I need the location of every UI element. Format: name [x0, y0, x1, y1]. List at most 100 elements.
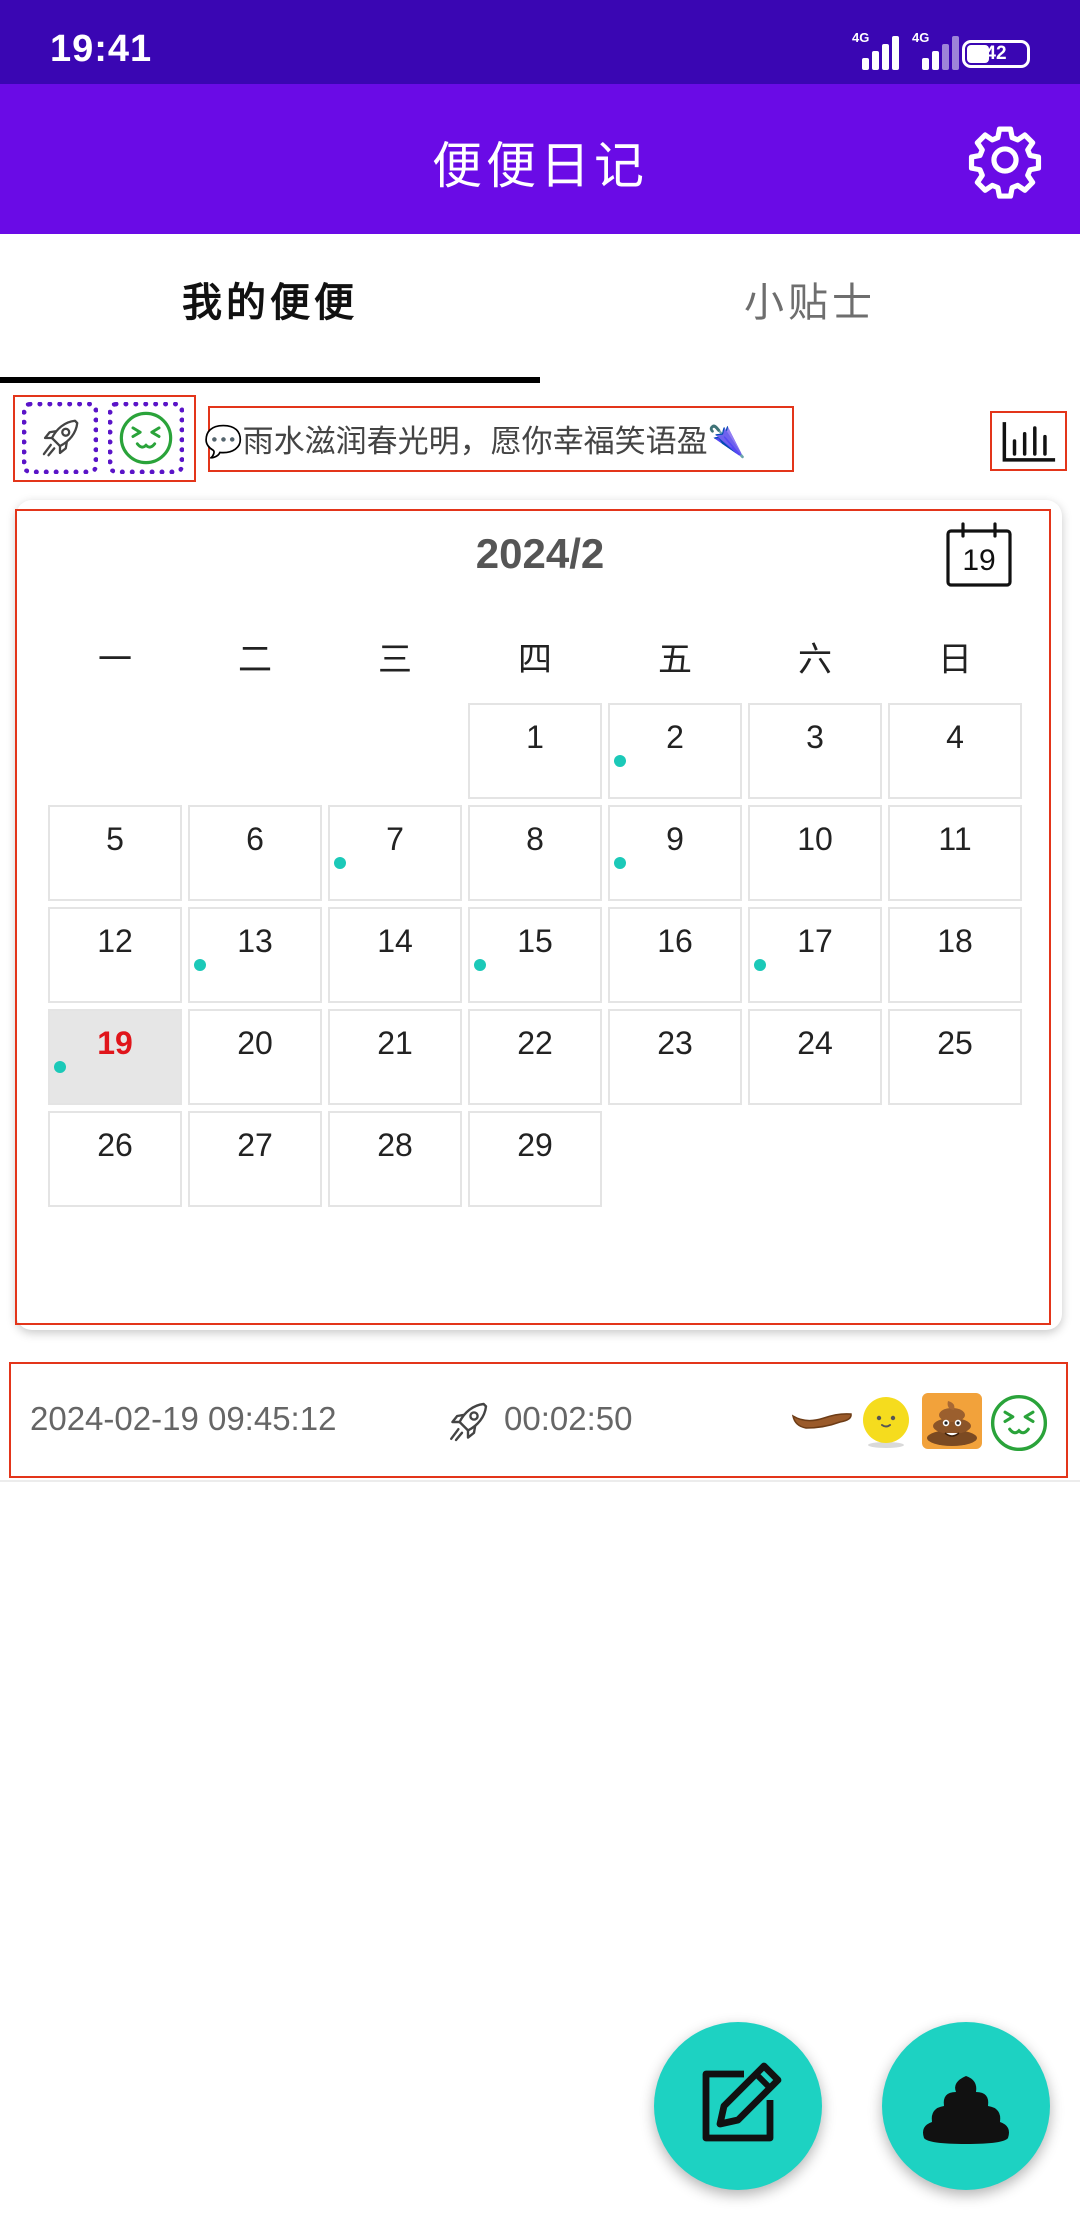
mood-button[interactable] [108, 402, 184, 474]
calendar-day-cell[interactable]: 24 [748, 1009, 882, 1105]
weekday-label: 三 [378, 640, 412, 680]
record-marker-dot [334, 857, 346, 869]
calendar-day-number: 2 [666, 719, 684, 755]
app-bar: 便便日记 [0, 84, 1080, 234]
status-time: 19:41 [50, 28, 153, 70]
calendar-day-cell[interactable]: 19 [48, 1009, 182, 1105]
calendar-day-number: 6 [246, 821, 264, 857]
rocket-icon [450, 1402, 488, 1442]
calendar-day-cell[interactable]: 14 [328, 907, 462, 1003]
calendar-day-number: 10 [797, 821, 833, 857]
calendar-day-number: 4 [946, 719, 964, 755]
calendar-day-cell[interactable]: 21 [328, 1009, 462, 1105]
calendar-day-number: 21 [377, 1025, 413, 1061]
calendar-day-cell[interactable]: 1 [468, 703, 602, 799]
calendar-day-cell[interactable]: 26 [48, 1111, 182, 1207]
calendar-day-number: 7 [386, 821, 404, 857]
calendar-day-cell[interactable]: 13 [188, 907, 322, 1003]
calendar-day-cell[interactable]: 29 [468, 1111, 602, 1207]
weekday-label: 六 [798, 640, 832, 680]
calendar-day-number: 18 [937, 923, 973, 959]
calendar-day-cell[interactable]: 28 [328, 1111, 462, 1207]
calendar-day-cell[interactable]: 3 [748, 703, 882, 799]
calendar-day-number: 29 [517, 1127, 553, 1163]
calendar-day-cell[interactable]: 11 [888, 805, 1022, 901]
calendar-day-cell[interactable]: 2 [608, 703, 742, 799]
weekday-label: 二 [238, 640, 272, 680]
app-screen: 19:41 4G 4G 42 便便日记 我的便便 小贴士 💬雨水滋润春光明，愿你… [0, 0, 1080, 2220]
calendar-day-cell[interactable]: 22 [468, 1009, 602, 1105]
calendar-day-number: 15 [517, 923, 553, 959]
add-record-button[interactable] [882, 2022, 1050, 2190]
calendar-day-cell[interactable]: 23 [608, 1009, 742, 1105]
stats-button[interactable] [990, 411, 1067, 471]
calendar-day-number: 8 [526, 821, 544, 857]
rocket-button[interactable] [22, 402, 98, 474]
calendar-day-number: 27 [237, 1127, 273, 1163]
poop-emoji-icon [922, 1393, 982, 1449]
record-marker-dot [754, 959, 766, 971]
calendar-day-cell[interactable]: 6 [188, 805, 322, 901]
calendar-day-number: 20 [237, 1025, 273, 1061]
calendar-day-number: 12 [97, 923, 133, 959]
calendar-day-cell[interactable]: 20 [188, 1009, 322, 1105]
record-marker-dot [474, 959, 486, 971]
calendar-day-number: 23 [657, 1025, 693, 1061]
network-type-label: 4G [912, 30, 930, 45]
calendar-day-number: 11 [938, 821, 972, 857]
calendar-day-cell[interactable]: 17 [748, 907, 882, 1003]
record-datetime: 2024-02-19 09:45:12 [30, 1400, 337, 1437]
battery-level: 42 [985, 43, 1007, 64]
calendar-day-cell[interactable]: 8 [468, 805, 602, 901]
calendar-month-label: 2024/2 [475, 530, 605, 577]
calendar-day-number: 25 [937, 1025, 973, 1061]
network-type-label: 4G [852, 30, 870, 45]
laughing-face-icon [990, 1394, 1048, 1452]
calendar-day-number: 26 [97, 1127, 133, 1163]
calendar-day-cell[interactable]: 15 [468, 907, 602, 1003]
calendar-day-cell[interactable]: 25 [888, 1009, 1022, 1105]
settings-gear-icon[interactable] [966, 121, 1044, 199]
calendar-day-number: 17 [797, 923, 833, 959]
calendar-day-number: 13 [237, 923, 273, 959]
weekday-label: 五 [658, 640, 692, 680]
calendar-day-cell[interactable]: 7 [328, 805, 462, 901]
calendar-day-cell[interactable]: 27 [188, 1111, 322, 1207]
sausage-shape-icon [791, 1413, 852, 1429]
calendar-day-cell[interactable]: 18 [888, 907, 1022, 1003]
calendar-day-cell[interactable]: 5 [48, 805, 182, 901]
calendar-day-cell[interactable]: 12 [48, 907, 182, 1003]
calendar-day-number: 16 [657, 923, 693, 959]
poop-icon [923, 2076, 1009, 2144]
calendar-day-number: 28 [377, 1127, 413, 1163]
write-note-button[interactable] [654, 2022, 822, 2190]
calendar-today-icon[interactable]: 19 [945, 522, 1013, 588]
calendar-day-number: 14 [377, 923, 413, 959]
signal-icon: 4G [852, 30, 902, 70]
list-divider [0, 1480, 1080, 1482]
status-bar: 19:41 4G 4G 42 [0, 0, 1080, 84]
calendar-day-number: 9 [666, 821, 684, 857]
battery-icon: 42 [962, 40, 1030, 68]
calendar-day-cell[interactable]: 9 [608, 805, 742, 901]
calendar-day-number: 5 [106, 821, 124, 857]
weekday-label: 一 [98, 640, 132, 680]
laughing-face-icon [119, 411, 173, 465]
calendar-day-number: 19 [97, 1025, 133, 1061]
record-marker-dot [194, 959, 206, 971]
calendar-day-cell[interactable]: 10 [748, 805, 882, 901]
weekday-label: 日 [938, 640, 972, 680]
tab-tips[interactable]: 小贴士 [540, 270, 1080, 328]
calendar-today-number: 19 [962, 544, 996, 577]
weekday-label: 四 [518, 640, 552, 680]
record-marker-dot [614, 857, 626, 869]
edit-note-icon [702, 2062, 782, 2142]
calendar-day-number: 22 [517, 1025, 553, 1061]
calendar-day-cell[interactable]: 16 [608, 907, 742, 1003]
tab-my-poop[interactable]: 我的便便 [0, 270, 540, 328]
calendar-day-number: 3 [806, 719, 824, 755]
yellow-color-icon [863, 1397, 909, 1448]
app-title: 便便日记 [432, 137, 648, 195]
bar-chart-icon [1002, 422, 1056, 462]
calendar-day-cell[interactable]: 4 [888, 703, 1022, 799]
